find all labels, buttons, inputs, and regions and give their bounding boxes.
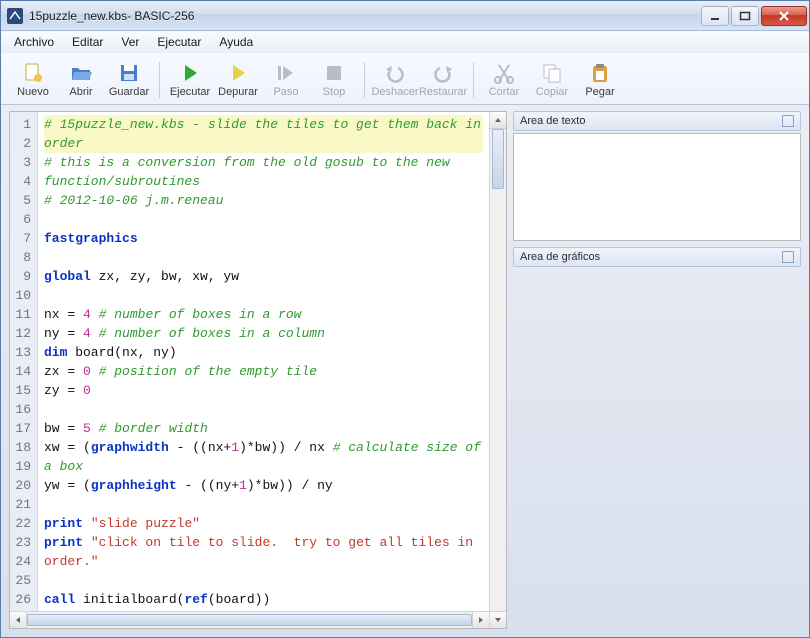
code-editor[interactable]: 1234567891011121314151617181920212223242… <box>9 111 507 629</box>
toolbar-label: Stop <box>323 86 346 98</box>
code-line[interactable]: # this is a conversion from the old gosu… <box>44 153 483 191</box>
code-line[interactable]: global zx, zy, bw, xw, yw <box>44 267 483 286</box>
folder-open-icon <box>69 62 93 84</box>
menu-ayuda[interactable]: Ayuda <box>210 33 262 51</box>
run-button[interactable]: Ejecutar <box>166 60 214 100</box>
app-window: 15puzzle_new.kbs- BASIC-256 ArchivoEdita… <box>0 0 810 638</box>
graphics-output-panel: Area de gráficos <box>513 247 801 629</box>
code-line[interactable]: zx = 0 # position of the empty tile <box>44 362 483 381</box>
scroll-right-button[interactable] <box>472 612 489 628</box>
menu-editar[interactable]: Editar <box>63 33 112 51</box>
minimize-button[interactable] <box>701 6 729 26</box>
right-sidebar: Area de texto Area de gráficos <box>513 111 801 629</box>
vertical-scrollbar[interactable] <box>489 112 506 628</box>
toolbar-label: Guardar <box>109 86 149 98</box>
open-button[interactable]: Abrir <box>57 60 105 100</box>
toolbar-label: Restaurar <box>419 86 467 98</box>
code-line[interactable] <box>44 571 483 590</box>
toolbar-label: Deshacer <box>371 86 418 98</box>
code-line[interactable]: print "click on tile to slide. try to ge… <box>44 533 483 571</box>
play-icon <box>178 62 202 84</box>
menu-bar: ArchivoEditarVerEjecutarAyuda <box>1 31 809 53</box>
redo-icon <box>431 62 455 84</box>
toolbar-label: Nuevo <box>17 86 49 98</box>
undo-icon <box>383 62 407 84</box>
app-icon <box>7 8 23 24</box>
code-line[interactable] <box>44 400 483 419</box>
code-line[interactable]: # 15puzzle_new.kbs - slide the tiles to … <box>44 115 483 153</box>
panel-header[interactable]: Area de gráficos <box>513 247 801 267</box>
code-line[interactable]: bw = 5 # border width <box>44 419 483 438</box>
code-line[interactable]: # 2012-10-06 j.m.reneau <box>44 191 483 210</box>
code-line[interactable] <box>44 248 483 267</box>
scroll-up-button[interactable] <box>490 112 506 129</box>
toolbar-label: Depurar <box>218 86 258 98</box>
paste-icon <box>588 62 612 84</box>
code-line[interactable]: ny = 4 # number of boxes in a column <box>44 324 483 343</box>
code-line[interactable]: yw = (graphheight - ((ny+1)*bw)) / ny <box>44 476 483 495</box>
menu-ver[interactable]: Ver <box>112 33 148 51</box>
text-output-area[interactable] <box>513 133 801 241</box>
horizontal-scrollbar[interactable] <box>10 611 489 628</box>
toolbar-label: Paso <box>273 86 298 98</box>
toolbar-label: Pegar <box>585 86 614 98</box>
save-button[interactable]: Guardar <box>105 60 153 100</box>
code-content[interactable]: # 15puzzle_new.kbs - slide the tiles to … <box>38 112 489 628</box>
new-button[interactable]: Nuevo <box>9 60 57 100</box>
scroll-track[interactable] <box>490 129 506 611</box>
toolbar: Nuevo Abrir Guardar Ejecutar Depurar Paso Stop… <box>1 53 809 105</box>
panel-title: Area de gráficos <box>520 251 600 263</box>
maximize-button[interactable] <box>731 6 759 26</box>
menu-ejecutar[interactable]: Ejecutar <box>148 33 210 51</box>
stop-icon <box>322 62 346 84</box>
detach-icon[interactable] <box>782 251 794 263</box>
code-line[interactable]: xw = (graphwidth - ((nx+1)*bw)) / nx # c… <box>44 438 483 476</box>
scroll-down-button[interactable] <box>490 611 506 628</box>
file-new-icon <box>21 62 45 84</box>
toolbar-separator <box>473 62 474 98</box>
toolbar-label: Cortar <box>489 86 520 98</box>
scroll-left-button[interactable] <box>10 612 27 628</box>
line-gutter: 1234567891011121314151617181920212223242… <box>10 112 38 628</box>
toolbar-separator <box>159 62 160 98</box>
toolbar-label: Copiar <box>536 86 568 98</box>
code-line[interactable]: call initialboard(ref(board)) <box>44 590 483 609</box>
cut-icon <box>492 62 516 84</box>
scroll-thumb[interactable] <box>27 614 472 626</box>
scroll-track[interactable] <box>27 612 472 628</box>
code-line[interactable]: nx = 4 # number of boxes in a row <box>44 305 483 324</box>
panel-header[interactable]: Area de texto <box>513 111 801 131</box>
step-button: Paso <box>262 60 310 100</box>
code-line[interactable] <box>44 210 483 229</box>
panel-title: Area de texto <box>520 115 585 127</box>
text-output-panel: Area de texto <box>513 111 801 241</box>
paste-button[interactable]: Pegar <box>576 60 624 100</box>
debug-button[interactable]: Depurar <box>214 60 262 100</box>
floppy-icon <box>117 62 141 84</box>
copy-button: Copiar <box>528 60 576 100</box>
redo-button: Restaurar <box>419 60 467 100</box>
toolbar-separator <box>364 62 365 98</box>
code-line[interactable]: print "slide puzzle" <box>44 514 483 533</box>
code-line[interactable] <box>44 495 483 514</box>
code-line[interactable] <box>44 286 483 305</box>
stop-button: Stop <box>310 60 358 100</box>
code-line[interactable]: zy = 0 <box>44 381 483 400</box>
scroll-thumb[interactable] <box>492 129 504 189</box>
undo-button: Deshacer <box>371 60 419 100</box>
window-title: 15puzzle_new.kbs- BASIC-256 <box>29 9 699 23</box>
menu-archivo[interactable]: Archivo <box>5 33 63 51</box>
step-icon <box>274 62 298 84</box>
code-line[interactable]: dim board(nx, ny) <box>44 343 483 362</box>
toolbar-label: Abrir <box>69 86 92 98</box>
cut-button: Cortar <box>480 60 528 100</box>
toolbar-label: Ejecutar <box>170 86 210 98</box>
close-button[interactable] <box>761 6 807 26</box>
main-area: 1234567891011121314151617181920212223242… <box>1 105 809 637</box>
play-debug-icon <box>226 62 250 84</box>
copy-icon <box>540 62 564 84</box>
detach-icon[interactable] <box>782 115 794 127</box>
title-bar: 15puzzle_new.kbs- BASIC-256 <box>1 1 809 31</box>
code-line[interactable]: fastgraphics <box>44 229 483 248</box>
